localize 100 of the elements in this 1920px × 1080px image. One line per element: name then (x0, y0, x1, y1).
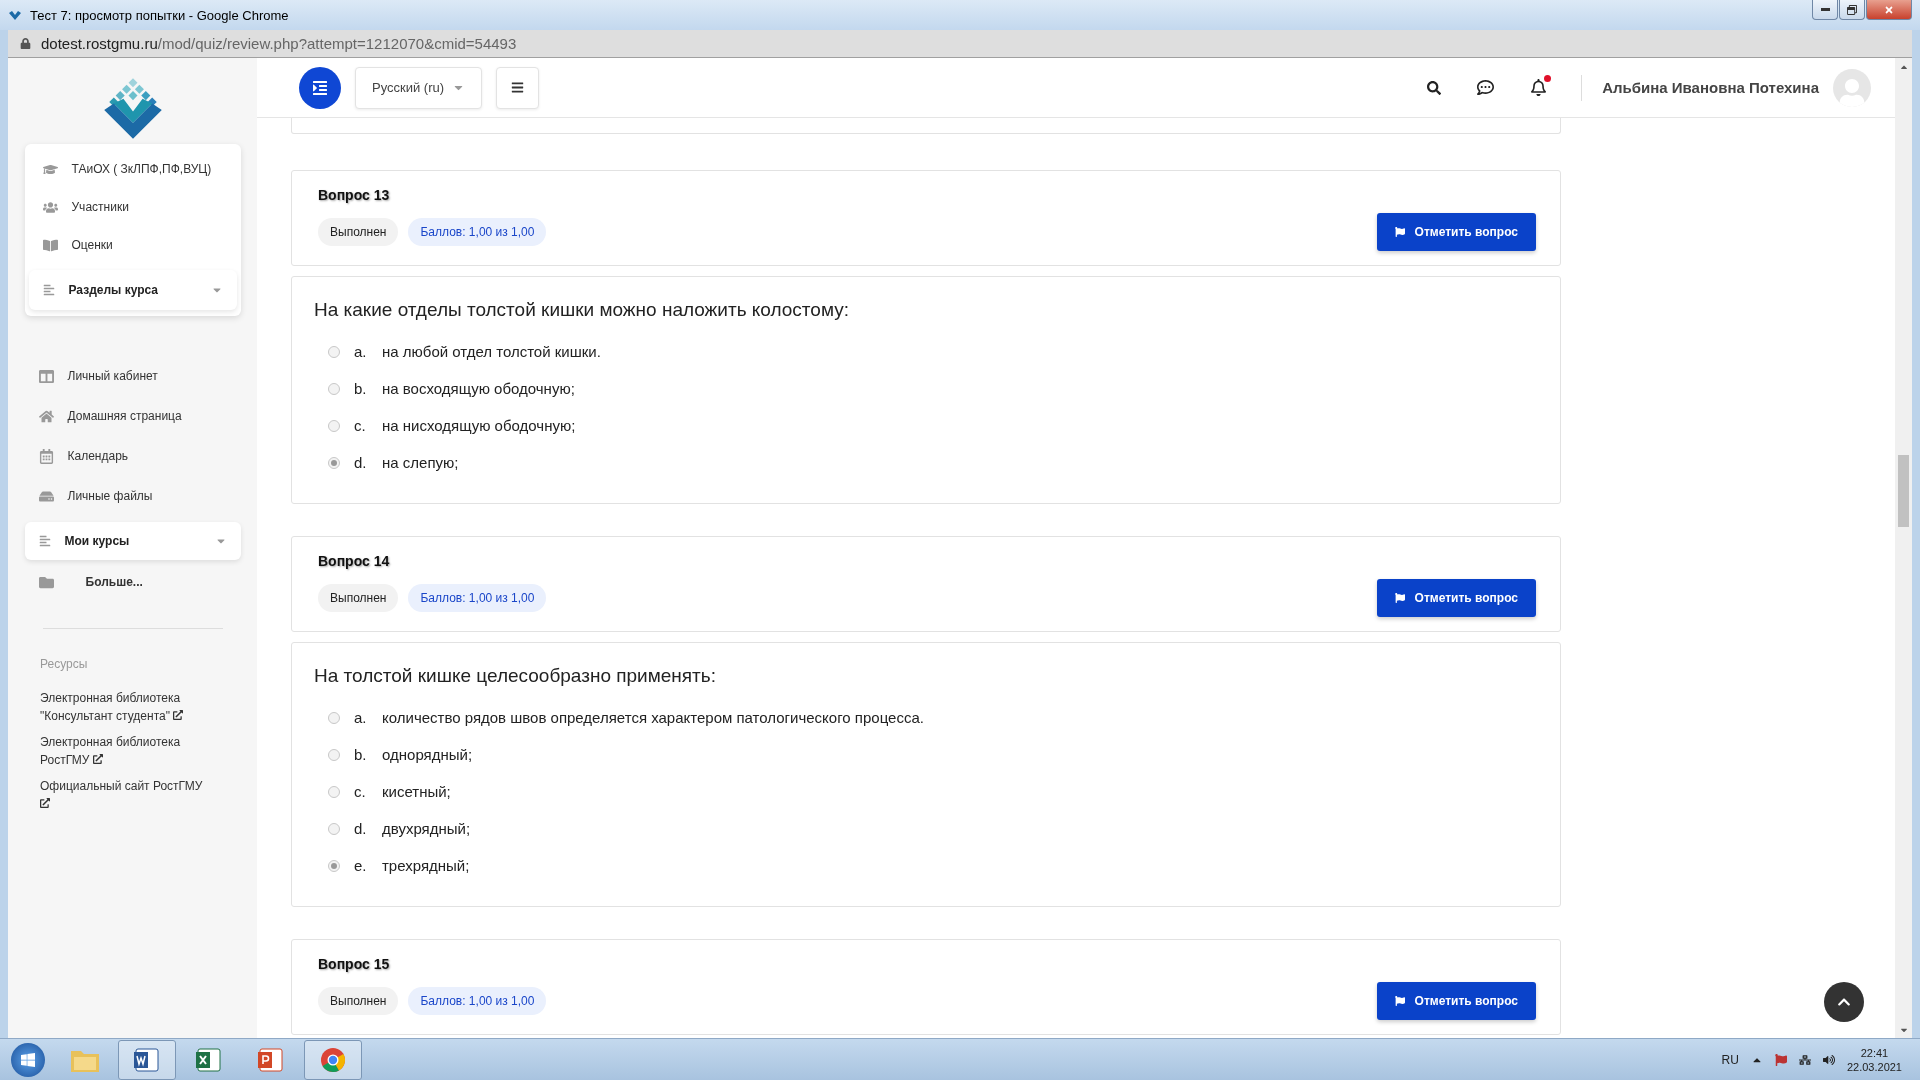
nav-link[interactable]: Домашняя страница (24, 396, 241, 436)
answer-text: количество рядов швов определяется характером патологического процесса. (382, 709, 924, 726)
lines-icon (42, 284, 55, 296)
answer-text: кисетный; (382, 783, 451, 800)
grade-badge: Баллов: 1,00 из 1,00 (408, 987, 547, 1015)
answer-letter: d. (354, 454, 368, 471)
resources-heading: Ресурсы (40, 657, 88, 671)
excel-app-icon (195, 1045, 223, 1074)
clock[interactable]: 22:41 22.03.2021 (1846, 1045, 1902, 1074)
answer-radio[interactable] (328, 419, 340, 432)
browser-tab-icon (8, 8, 22, 22)
people-icon (42, 199, 58, 215)
back-to-top-button[interactable] (1824, 982, 1864, 1022)
flag-icon (1394, 593, 1405, 603)
language-indicator[interactable]: RU (1721, 1052, 1739, 1067)
flag-icon[interactable] (1774, 1053, 1787, 1066)
answer-radio[interactable] (328, 711, 340, 724)
indent-icon (312, 79, 328, 96)
scrollbar[interactable] (1895, 58, 1912, 1038)
answer-radio[interactable] (328, 859, 340, 872)
calendar-icon (38, 448, 54, 464)
flag-icon (1394, 227, 1405, 237)
answer-letter: a. (354, 343, 368, 360)
answer-text: однорядный; (382, 746, 473, 763)
restore-button[interactable] (1839, 0, 1865, 20)
house-icon (38, 408, 54, 424)
taskbar-app[interactable] (304, 1039, 362, 1080)
answer-radio[interactable] (328, 822, 340, 835)
answer-letter: a. (354, 709, 368, 726)
answer-letter: c. (354, 783, 367, 800)
question-text: На толстой кишке целесообразно применять: (314, 665, 717, 687)
menu-button[interactable] (496, 66, 540, 109)
grade-badge: Баллов: 1,00 из 1,00 (408, 584, 547, 612)
answer-letter: b. (354, 746, 368, 763)
flag-icon (1394, 996, 1405, 1006)
course-menu-item[interactable]: Оценки (28, 226, 237, 264)
columns-icon (38, 368, 54, 384)
lock-icon (20, 38, 31, 49)
book-icon (42, 237, 58, 253)
close-button[interactable] (1866, 0, 1912, 20)
browser-app-icon (319, 1045, 347, 1074)
more-link[interactable]: Больше... (24, 560, 241, 604)
state-badge: Выполнен (318, 987, 399, 1015)
question-title: Вопрос 13 (318, 187, 391, 203)
flag-question-button[interactable]: Отметить вопрос (1376, 213, 1536, 251)
powerpoint-app-icon (257, 1045, 285, 1074)
answer-letter: d. (354, 820, 368, 837)
question-title: Вопрос 15 (318, 956, 391, 972)
folder-icon (38, 574, 54, 590)
url-path[interactable]: /mod/quiz/review.php?attempt=1212070&cmid=54493 (157, 35, 517, 52)
course-menu-item[interactable]: Участники (28, 188, 237, 226)
lines-icon (38, 535, 51, 547)
minimize-icon (1820, 8, 1830, 11)
answer-text: на восходящую ободочную; (382, 380, 575, 397)
question-title: Вопрос 14 (318, 553, 391, 569)
course-sections-dropdown[interactable]: Разделы курса (28, 270, 237, 310)
menu-icon (511, 81, 525, 94)
answer-text: на нисходящую ободочную; (382, 417, 576, 434)
resource-link[interactable]: Электронная библиотека "Консультант студента" (40, 689, 215, 725)
resource-link[interactable]: Электронная библиотека РостГМУ (40, 733, 215, 769)
external-link-icon (40, 798, 50, 808)
answer-letter: c. (354, 417, 367, 434)
answer-radio[interactable] (328, 382, 340, 395)
answer-radio[interactable] (328, 748, 340, 761)
answer-text: на любой отдел толстой кишки. (382, 343, 601, 360)
url-host[interactable]: dotest.rostgmu.ru (41, 35, 158, 52)
answer-text: трехрядный; (382, 857, 470, 874)
state-badge: Выполнен (318, 584, 399, 612)
answer-letter: b. (354, 380, 368, 397)
flag-question-button[interactable]: Отметить вопрос (1376, 982, 1536, 1020)
language-dropdown[interactable]: Русский (ru) (355, 66, 483, 109)
nav-link[interactable]: Календарь (24, 436, 241, 476)
user-name[interactable]: Альбина Ивановна Потехина (1602, 79, 1819, 96)
state-badge: Выполнен (318, 218, 399, 246)
drawer-toggle-button[interactable] (299, 66, 341, 109)
resource-link[interactable]: Официальный сайт РостГМУ (40, 777, 215, 813)
word-app-icon (133, 1045, 161, 1074)
answer-letter: e. (354, 857, 368, 874)
answer-radio[interactable] (328, 456, 340, 469)
volume-icon[interactable] (1822, 1053, 1835, 1066)
my-courses-dropdown[interactable]: Мои курсы (24, 522, 241, 560)
network-icon[interactable] (1798, 1053, 1811, 1066)
external-link-icon (92, 754, 103, 764)
answer-radio[interactable] (328, 785, 340, 798)
answer-radio[interactable] (328, 345, 340, 358)
nav-link[interactable]: Личный кабинет (24, 356, 241, 396)
scroll-thumb[interactable] (1898, 455, 1909, 527)
minimize-button[interactable] (1812, 0, 1838, 20)
taskbar-app[interactable] (118, 1039, 176, 1080)
restore-icon (1847, 4, 1857, 15)
windows-icon (20, 1051, 36, 1068)
external-link-icon (173, 710, 184, 720)
close-icon (1884, 4, 1894, 15)
nav-link[interactable]: Личные файлы (24, 476, 241, 516)
window-title: Тест 7: просмотр попытки - Google Chrome (30, 7, 290, 23)
answer-text: на слепую; (382, 454, 459, 471)
flag-question-button[interactable]: Отметить вопрос (1376, 579, 1536, 617)
grade-badge: Баллов: 1,00 из 1,00 (408, 218, 547, 246)
course-menu-item[interactable]: ТАиОХ ( ЗкЛПФ,ПФ,ВУЦ) (28, 150, 237, 188)
question-text: На какие отделы толстой кишки можно наложить колостому: (314, 299, 850, 321)
